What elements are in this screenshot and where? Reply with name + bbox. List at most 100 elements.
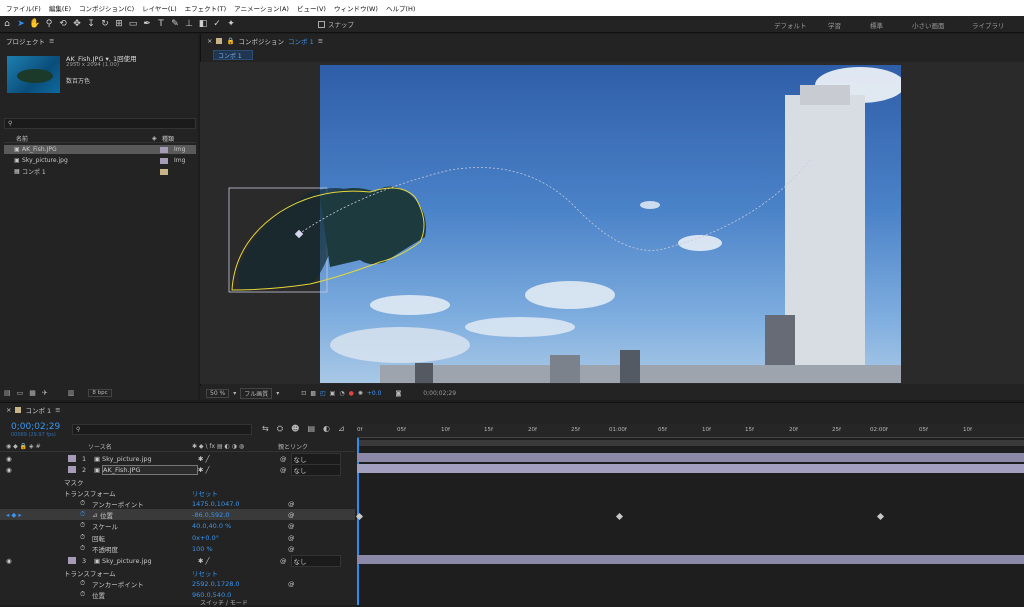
switches-modes-toggle[interactable]: スイッチ / モード: [200, 598, 248, 607]
motion-blur-icon[interactable]: ◐: [323, 424, 330, 434]
work-area-bar[interactable]: [357, 440, 1024, 446]
frame-blending-icon[interactable]: ▤: [307, 424, 315, 434]
keyframe[interactable]: [876, 512, 885, 521]
menu-animation[interactable]: アニメーション(A): [234, 3, 289, 13]
property-value[interactable]: -86.0,592.0: [192, 511, 288, 519]
menu-view[interactable]: ビュー(V): [297, 3, 326, 13]
puppet-tool-icon[interactable]: ✦: [224, 17, 238, 31]
project-item[interactable]: ▦ コンポ 1: [4, 167, 196, 176]
property-value[interactable]: 2592.0,1728.0: [192, 580, 288, 588]
pan-behind-tool-icon[interactable]: ⊞: [112, 17, 126, 31]
time-ruler[interactable]: 0f 05f 10f 15f 20f 25f 01:00f 05f 10f 15…: [357, 424, 1024, 438]
rotation-property[interactable]: ⏱ 回転 0x+0.0° @: [0, 532, 355, 543]
expression-icon[interactable]: @: [288, 545, 295, 553]
col-parent[interactable]: 親とリンク: [278, 442, 308, 451]
orbit-tool-icon[interactable]: ⟲: [56, 17, 70, 31]
zoom-tool-icon[interactable]: ⚲: [42, 17, 56, 31]
home-icon[interactable]: ⌂: [0, 17, 14, 31]
menu-layer[interactable]: レイヤー(L): [142, 3, 177, 13]
transform-group[interactable]: トランスフォーム リセット: [0, 487, 355, 498]
menu-composition[interactable]: コンポジション(C): [79, 3, 134, 13]
workspace-standard[interactable]: 標準: [870, 20, 883, 30]
timeline-track-area[interactable]: 0f 05f 10f 15f 20f 25f 01:00f 05f 10f 15…: [355, 424, 1024, 605]
comp-timecode[interactable]: 0;00;02;29: [423, 390, 456, 397]
scale-property[interactable]: ⏱ スケール 40.0,40.0 % @: [0, 520, 355, 531]
position-property[interactable]: ◂ ◆ ▸ ⏱ ⊿ 位置 -86.0,592.0 @: [0, 509, 355, 520]
project-search-input[interactable]: ⚲: [4, 118, 196, 129]
snapshot-icon[interactable]: ◙: [395, 390, 401, 397]
exposure-reset-icon[interactable]: ✺: [358, 390, 363, 397]
anchor-point-property[interactable]: ⏱ アンカーポイント 1475.0,1047.0 @: [0, 498, 355, 509]
bpc-button[interactable]: 8 bpc: [88, 389, 112, 397]
rotate-tool-icon[interactable]: ↻: [98, 17, 112, 31]
property-value[interactable]: 100 %: [192, 545, 288, 553]
delete-icon[interactable]: ▥: [68, 389, 75, 397]
position-property[interactable]: ⏱ 位置 960.0,540.0: [0, 589, 355, 600]
keyframe-navigator-icon[interactable]: ◂ ◆ ▸: [6, 511, 80, 519]
reset-link[interactable]: リセット: [192, 568, 218, 578]
stopwatch-icon[interactable]: ⏱: [80, 590, 92, 599]
parent-pickwhip-icon[interactable]: @: [280, 466, 287, 474]
menu-help[interactable]: ヘルプ(H): [386, 3, 415, 13]
stopwatch-icon[interactable]: ⏱: [80, 579, 92, 588]
eye-icon[interactable]: ◉: [6, 466, 68, 474]
channels-icon[interactable]: ◔: [339, 390, 344, 397]
color-management-icon[interactable]: ●: [349, 390, 354, 397]
expression-icon[interactable]: @: [288, 500, 295, 508]
stopwatch-icon[interactable]: ⏱: [80, 521, 92, 530]
parent-dropdown[interactable]: なし: [290, 554, 341, 567]
property-value[interactable]: 40.0,40.0 %: [192, 522, 288, 530]
resolution-dropdown[interactable]: フル画質: [240, 387, 273, 399]
close-icon[interactable]: ×: [6, 406, 11, 414]
graph-editor-icon[interactable]: ⊿: [338, 424, 345, 434]
layer-bar-3[interactable]: [357, 555, 1024, 564]
new-composition-icon[interactable]: ▦: [29, 389, 36, 397]
parent-dropdown[interactable]: なし: [290, 463, 341, 476]
opacity-property[interactable]: ⏱ 不透明度 100 % @: [0, 543, 355, 554]
region-of-interest-icon[interactable]: ⊡: [301, 390, 306, 397]
dolly-tool-icon[interactable]: ↧: [84, 17, 98, 31]
snap-checkbox[interactable]: [318, 20, 325, 28]
eye-icon[interactable]: ◉: [6, 557, 68, 565]
pan-tool-icon[interactable]: ✥: [70, 17, 84, 31]
brush-tool-icon[interactable]: ✎: [168, 17, 182, 31]
property-value[interactable]: 0x+0.0°: [192, 534, 288, 542]
timeline-timecode[interactable]: 0;00;02;29: [11, 422, 60, 432]
layer-quality-icon[interactable]: ✱ ╱: [198, 466, 280, 474]
stopwatch-icon[interactable]: ⏱: [80, 499, 92, 508]
chevron-down-icon[interactable]: ▾: [276, 390, 279, 397]
expression-icon[interactable]: @: [288, 580, 295, 588]
project-item[interactable]: ▣ AK_Fish.JPG Img: [4, 145, 196, 154]
exposure-value[interactable]: +0.0: [367, 390, 382, 397]
layer-quality-icon[interactable]: ✱ ╱: [198, 455, 280, 463]
keyframe[interactable]: [615, 512, 624, 521]
selection-tool-icon[interactable]: ➤: [14, 17, 28, 31]
col-type[interactable]: 種類: [162, 134, 174, 143]
stopwatch-icon[interactable]: ⏱: [80, 510, 92, 519]
transparency-grid-icon[interactable]: ▩: [310, 390, 316, 397]
workspace-default[interactable]: デフォルト: [774, 20, 807, 30]
flowchart-icon[interactable]: ✈: [42, 389, 48, 397]
layer-bar-1[interactable]: [357, 453, 1024, 462]
mask-visibility-icon[interactable]: ◰: [320, 390, 326, 397]
reset-link[interactable]: リセット: [192, 488, 218, 498]
clone-stamp-tool-icon[interactable]: ⊥: [182, 17, 196, 31]
property-value[interactable]: 1475.0,1047.0: [192, 500, 288, 508]
eraser-tool-icon[interactable]: ◧: [196, 17, 210, 31]
menu-file[interactable]: ファイル(F): [6, 3, 41, 13]
stopwatch-icon[interactable]: ⏱: [80, 533, 92, 542]
panel-menu-icon[interactable]: ≡: [318, 37, 323, 45]
type-tool-icon[interactable]: T: [154, 17, 168, 31]
workspace-learn[interactable]: 学習: [828, 20, 841, 30]
zoom-dropdown[interactable]: 50 %: [206, 388, 230, 398]
layer-bar-2[interactable]: [357, 464, 1024, 473]
stopwatch-icon[interactable]: ⏱: [80, 544, 92, 553]
col-name[interactable]: 名前: [16, 134, 152, 143]
anchor-point-property[interactable]: ⏱ アンカーポイント 2592.0,1728.0 @: [0, 578, 355, 589]
shy-layers-icon[interactable]: ☻: [291, 424, 299, 434]
roto-brush-tool-icon[interactable]: ✓: [210, 17, 224, 31]
eye-icon[interactable]: ◉: [6, 455, 68, 463]
layer-row[interactable]: ◉ 2 ▣ AK_Fish.JPG ✱ ╱ @ なし: [0, 463, 355, 476]
pen-tool-icon[interactable]: ✒: [140, 17, 154, 31]
rectangle-tool-icon[interactable]: ▭: [126, 17, 140, 31]
